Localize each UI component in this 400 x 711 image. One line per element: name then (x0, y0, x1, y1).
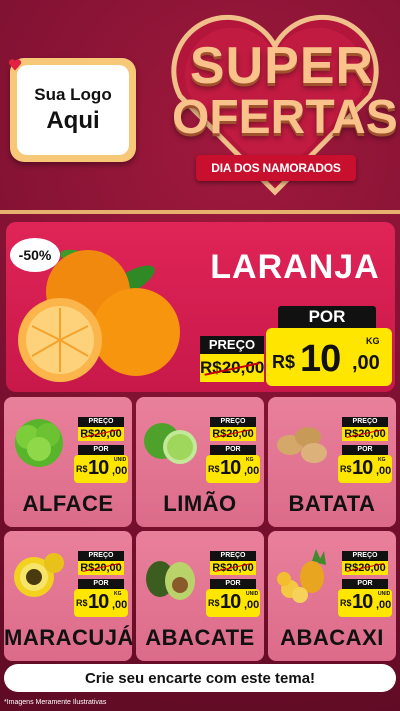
flyer-page: Sua Logo Aqui SUPER OFERTAS DIA DOS NAMO… (0, 0, 400, 711)
new-price-box: R$ 10 ,00 KG (266, 328, 392, 386)
price-decimal: ,00 (376, 465, 392, 477)
price-unit: UNID (114, 457, 127, 463)
price-unit: KG (378, 457, 386, 463)
new-price-label: POR (342, 445, 388, 455)
passion-fruit-icon (14, 553, 64, 597)
price-integer: 10 (88, 591, 109, 613)
product-card[interactable]: PREÇO R$20,00 POR R$ 10 ,00 KG BATATA (268, 397, 396, 527)
price-decimal: ,00 (376, 599, 392, 611)
potato-icon (277, 427, 327, 463)
price-tag: PREÇO R$20,00 POR R$ 10 ,00 KG (74, 551, 128, 617)
new-price-label: POR (210, 445, 256, 455)
price-tag: PREÇO R$20,00 POR R$ 10 ,00 UNID (338, 551, 392, 617)
logo-inner: Sua Logo Aqui (17, 65, 129, 155)
divider (0, 210, 400, 214)
disclaimer: *Imagens Meramente Ilustrativas (4, 699, 107, 706)
hero-title-line-1: SUPER (189, 37, 375, 95)
product-card[interactable]: PREÇO R$20,00 POR R$ 10 ,00 UNID ALFACE (4, 397, 132, 527)
avocado-icon (146, 561, 195, 600)
cta-text: Crie seu encarte com este tema! (84, 669, 316, 687)
currency-symbol: R$ (340, 464, 352, 474)
new-price-box: R$ 10 ,00 KG (338, 455, 392, 483)
price-decimal: ,00 (244, 599, 260, 611)
product-name: LIMÃO (163, 491, 237, 516)
cta-banner[interactable]: Crie seu encarte com este tema! (4, 664, 396, 692)
price-decimal: ,00 (112, 599, 128, 611)
pineapple-icon (277, 549, 326, 603)
lime-icon (144, 423, 197, 464)
product-name: ABACATE (145, 625, 255, 650)
new-price-tag: POR R$ 10 ,00 KG (266, 306, 392, 386)
heart-icon (8, 59, 22, 71)
logo-placeholder[interactable]: Sua Logo Aqui (10, 58, 136, 162)
product-name: BATATA (288, 491, 376, 516)
old-price-label: PREÇO (210, 551, 256, 561)
old-price-label: PREÇO (78, 417, 124, 427)
currency-symbol: R$ (208, 598, 220, 608)
price-decimal: ,00 (112, 465, 128, 477)
new-price-box: R$ 10 ,00 KG (74, 589, 128, 617)
price-integer: 10 (352, 457, 373, 479)
old-price-label: PREÇO (200, 336, 264, 354)
price-integer: 10 (220, 457, 241, 479)
header: Sua Logo Aqui SUPER OFERTAS DIA DOS NAMO… (0, 0, 400, 212)
new-price-label: POR (278, 306, 376, 328)
old-price-label: PREÇO (342, 551, 388, 561)
logo-line-1: Sua Logo (34, 85, 112, 104)
product-card[interactable]: PREÇO R$20,00 POR R$ 10 ,00 KG MARACUJÁ (4, 531, 132, 661)
discount-badge: -50% (10, 238, 60, 272)
price-integer: 10 (300, 338, 341, 380)
price-unit: KG (114, 591, 122, 597)
new-price-box: R$ 10 ,00 UNID (338, 589, 392, 617)
price-tag: PREÇO R$20,00 POR R$ 10 ,00 UNID (206, 551, 260, 617)
hero-subtitle: DIA DOS NAMORADOS (211, 161, 341, 175)
new-price-label: POR (78, 445, 124, 455)
logo-line-2: Aqui (46, 107, 100, 134)
price-tag: PREÇO R$20,00 POR R$ 10 ,00 KG (206, 417, 260, 483)
currency-symbol: R$ (272, 352, 296, 372)
hero-ribbon: DIA DOS NAMORADOS (196, 155, 356, 181)
price-unit: UNID (378, 591, 391, 597)
currency-symbol: R$ (340, 598, 352, 608)
product-card[interactable]: PREÇO R$20,00 POR R$ 10 ,00 UNID ABACAXI (268, 531, 396, 661)
product-card[interactable]: PREÇO R$20,00 POR R$ 10 ,00 UNID ABACATE (136, 531, 264, 661)
price-unit: KG (246, 457, 254, 463)
new-price-label: POR (210, 579, 256, 589)
currency-symbol: R$ (76, 598, 88, 608)
old-price-label: PREÇO (78, 551, 124, 561)
price-integer: 10 (352, 591, 373, 613)
new-price-box: R$ 10 ,00 UNID (206, 589, 260, 617)
old-price-tag: PREÇO R$20,00 (200, 336, 264, 382)
new-price-label: POR (342, 579, 388, 589)
price-unit: UNID (246, 591, 259, 597)
featured-product-name: LARANJA (210, 248, 380, 286)
price-decimal: ,00 (352, 352, 380, 374)
new-price-box: R$ 10 ,00 UNID (74, 455, 128, 483)
old-price-label: PREÇO (210, 417, 256, 427)
old-price-label: PREÇO (342, 417, 388, 427)
price-tag: PREÇO R$20,00 POR R$ 10 ,00 KG (338, 417, 392, 483)
currency-symbol: R$ (208, 464, 220, 474)
product-name: ABACAXI (280, 625, 384, 650)
price-unit: KG (366, 336, 380, 346)
price-decimal: ,00 (244, 465, 260, 477)
hero-title-line-2: OFERTAS (172, 91, 398, 144)
currency-symbol: R$ (76, 464, 88, 474)
price-integer: 10 (220, 591, 241, 613)
new-price-box: R$ 10 ,00 KG (206, 455, 260, 483)
new-price-label: POR (78, 579, 124, 589)
product-name: MARACUJÁ (4, 625, 132, 650)
product-name: ALFACE (22, 491, 114, 516)
product-card[interactable]: PREÇO R$20,00 POR R$ 10 ,00 KG LIMÃO (136, 397, 264, 527)
price-integer: 10 (88, 457, 109, 479)
price-tag: PREÇO R$20,00 POR R$ 10 ,00 UNID (74, 417, 128, 483)
lettuce-icon (15, 419, 63, 467)
